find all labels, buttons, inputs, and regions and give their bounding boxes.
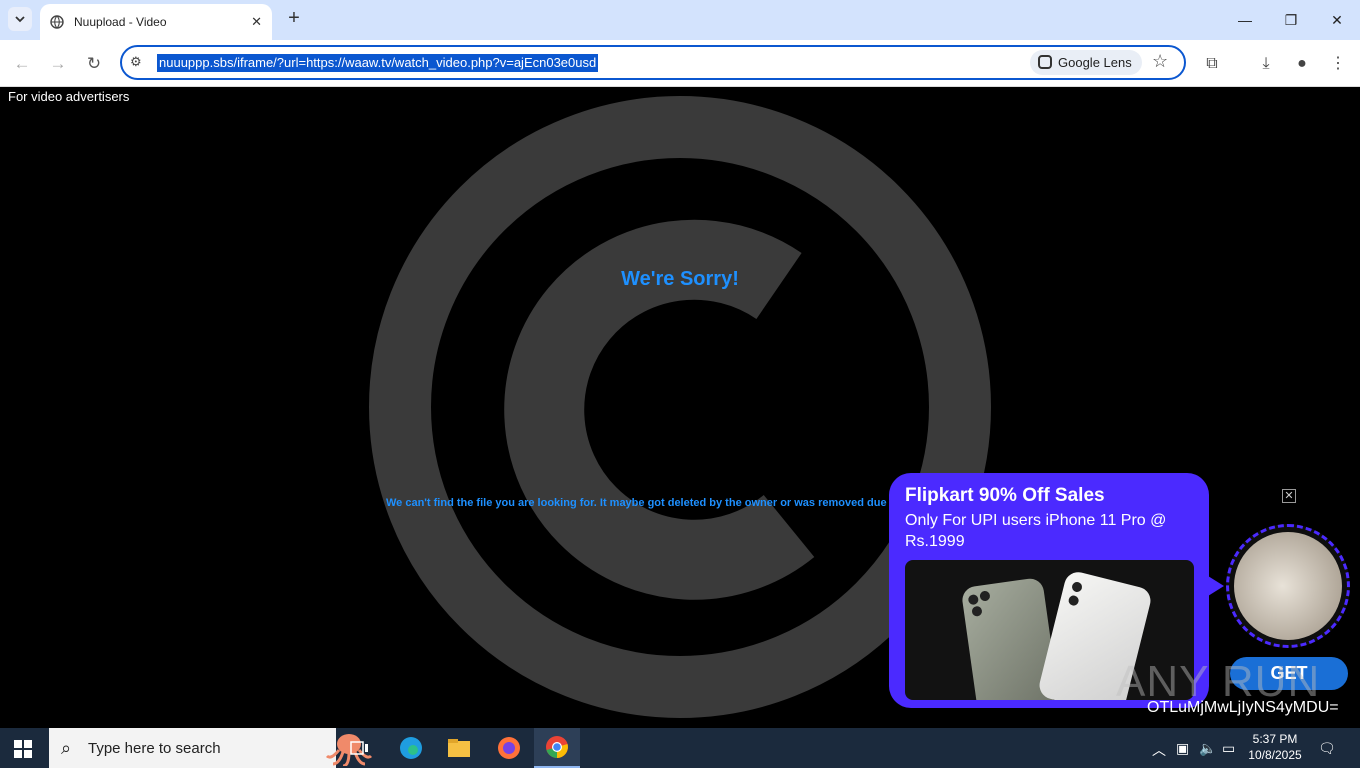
forward-button[interactable]: →: [46, 52, 70, 76]
ad-pointer: [1208, 576, 1224, 596]
reload-button[interactable]: ↻: [82, 52, 106, 76]
windows-taskbar: ⌕ Type here to search ︿ ▣ 🔈 ▭ 5:37 PM 10…: [0, 728, 1360, 768]
page-content: For video advertisers We're Sorry! We ca…: [0, 87, 1360, 728]
search-icon: ⌕: [61, 738, 72, 758]
new-tab-button[interactable]: +: [283, 8, 305, 30]
tab-search-button[interactable]: [8, 7, 32, 31]
ad-subtitle: Only For UPI users iPhone 11 Pro @ Rs.19…: [905, 512, 1167, 550]
menu-kebab-icon[interactable]: ⋮: [1326, 52, 1350, 76]
taskbar-search[interactable]: ⌕ Type here to search: [49, 728, 373, 768]
sorry-message: We can't find the file you are looking f…: [386, 497, 896, 509]
extensions-icon[interactable]: ⧉: [1200, 52, 1224, 76]
ad-close-icon[interactable]: ✕: [1282, 489, 1296, 503]
tab-close-icon[interactable]: ✕: [251, 14, 262, 30]
browser-toolbar: ← → ↻ ⚙ nuuuppp.sbs/iframe/?url=https://…: [0, 40, 1360, 87]
clock-time: 5:37 PM: [1252, 732, 1298, 746]
site-info-icon[interactable]: ⚙: [130, 54, 142, 70]
restore-button[interactable]: ❐: [1279, 8, 1303, 32]
ad-circle-thumbnail[interactable]: [1226, 524, 1350, 648]
edge-icon[interactable]: [388, 728, 434, 768]
minimize-button[interactable]: —: [1233, 8, 1257, 32]
clock-date: 10/8/2025: [1248, 748, 1302, 762]
bookmark-star-icon[interactable]: ☆: [1152, 51, 1168, 72]
profile-avatar-icon[interactable]: ●: [1290, 52, 1314, 76]
tab-title: Nuupload - Video: [74, 15, 167, 29]
meet-icon[interactable]: ▣: [1176, 740, 1189, 757]
url-text[interactable]: nuuuppp.sbs/iframe/?url=https://waaw.tv/…: [157, 54, 599, 72]
lens-icon: [1038, 55, 1052, 69]
task-view-icon[interactable]: [337, 728, 383, 768]
windows-start-icon[interactable]: [14, 740, 32, 758]
iphone-thumbnail: [1234, 532, 1342, 640]
firefox-icon[interactable]: [486, 728, 532, 768]
chevron-down-icon: [15, 16, 25, 23]
ad-title: Flipkart 90% Off Sales: [905, 485, 1105, 506]
address-bar[interactable]: ⚙ nuuuppp.sbs/iframe/?url=https://waaw.t…: [120, 45, 1186, 80]
network-icon[interactable]: ▭: [1222, 740, 1235, 757]
back-button[interactable]: ←: [10, 52, 34, 76]
google-lens-button[interactable]: Google Lens: [1030, 50, 1142, 75]
search-placeholder: Type here to search: [88, 740, 221, 757]
active-tab[interactable]: Nuupload - Video ✕: [40, 4, 272, 40]
tab-strip: Nuupload - Video ✕ + — ❐ ✕: [0, 0, 1360, 40]
file-explorer-icon[interactable]: [436, 728, 482, 768]
taskbar-clock[interactable]: 5:37 PM 10/8/2025: [1246, 731, 1304, 763]
encoded-text: OTLuMjMwLjIyNS4yMDU=: [1147, 699, 1339, 716]
volume-icon[interactable]: 🔈: [1199, 740, 1216, 757]
download-icon[interactable]: ⤓: [1254, 52, 1278, 76]
sorry-title: We're Sorry!: [621, 268, 739, 290]
advertisers-link[interactable]: For video advertisers: [8, 89, 129, 104]
window-close-button[interactable]: ✕: [1325, 8, 1349, 32]
tray-chevron-icon[interactable]: ︿: [1152, 740, 1166, 760]
lens-label: Google Lens: [1058, 55, 1132, 70]
notifications-icon[interactable]: 🗨: [1318, 740, 1336, 757]
chrome-icon[interactable]: [534, 728, 580, 768]
globe-icon: [50, 15, 64, 29]
